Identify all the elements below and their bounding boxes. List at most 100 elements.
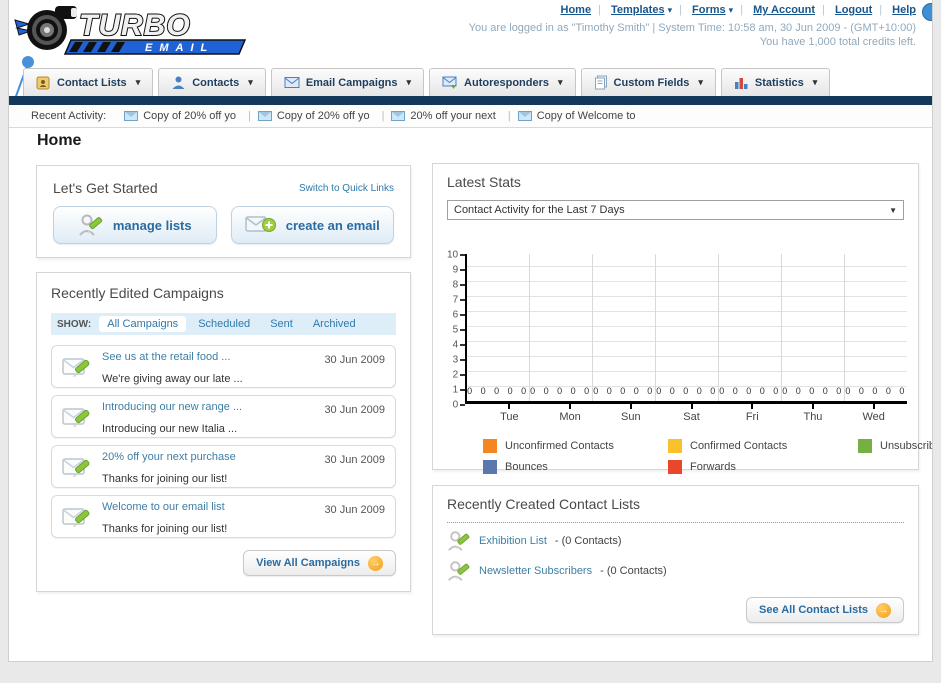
envelope-pencil-icon (62, 507, 90, 527)
legend-label: Confirmed Contacts (690, 440, 788, 452)
campaign-row[interactable]: See us at the retail food ... We're givin… (51, 345, 396, 388)
header: TURBO EMAIL Home Templates▾ Forms▾ My Ac… (9, 0, 932, 111)
campaign-row[interactable]: Introducing our new range ... Introducing… (51, 395, 396, 438)
zero-value-labels: 0 0 0 0 0 (782, 386, 845, 396)
person-pencil-icon (79, 214, 103, 236)
recent-activity-item[interactable]: Copy of Welcome to (517, 110, 636, 122)
recent-activity-item[interactable]: Copy of 20% off yo (257, 110, 392, 122)
x-axis-tick-label: Tue (479, 404, 540, 423)
tab-statistics[interactable]: Statistics ▾ (720, 68, 831, 96)
contact-list-link[interactable]: Newsletter Subscribers (479, 565, 592, 577)
envelope-pencil-icon (62, 457, 90, 477)
create-email-button[interactable]: create an email (230, 206, 394, 244)
tab-label: Email Campaigns (305, 76, 398, 89)
legend-label: Unsubscribes (880, 440, 932, 452)
top-nav-home[interactable]: Home (561, 4, 592, 16)
email-campaigns-icon (284, 77, 300, 88)
manage-lists-button[interactable]: manage lists (53, 206, 217, 244)
chevron-down-icon: ▾ (698, 77, 703, 87)
tab-custom-fields[interactable]: Custom Fields ▾ (580, 68, 716, 96)
legend-label: Bounces (505, 461, 548, 473)
campaign-subtitle: Thanks for joining our list! (102, 522, 228, 535)
campaign-subtitle: Introducing our new Italia ... (102, 422, 238, 435)
top-nav-help[interactable]: Help (892, 4, 916, 16)
campaign-title-link[interactable]: Introducing our new range ... (102, 401, 242, 413)
autoresponders-icon (442, 76, 457, 89)
help-bubble-icon[interactable] (922, 3, 932, 21)
chevron-down-icon: ▾ (812, 77, 818, 87)
person-pencil-icon (448, 531, 470, 551)
zero-value-labels: 0 0 0 0 0 (656, 386, 719, 396)
campaign-title-link[interactable]: Welcome to our email list (102, 501, 225, 513)
campaign-row[interactable]: Welcome to our email list Thanks for join… (51, 495, 396, 538)
activity-item-label: 20% off your next (410, 110, 496, 122)
svg-text:TURBO: TURBO (79, 9, 191, 42)
campaign-title-link[interactable]: See us at the retail food ... (102, 351, 230, 363)
contact-list-link[interactable]: Exhibition List (479, 535, 547, 547)
view-all-campaigns-button[interactable]: View All Campaigns → (243, 550, 396, 576)
chart-day-column: 0 0 0 0 0 (781, 254, 844, 401)
filter-all-campaigns[interactable]: All Campaigns (99, 316, 187, 332)
top-nav-forms[interactable]: Forms (692, 4, 726, 16)
chevron-down-icon: ▾ (248, 77, 253, 87)
zero-value-labels: 0 0 0 0 0 (719, 386, 782, 396)
top-nav-templates[interactable]: Templates (611, 4, 665, 16)
legend-label: Unconfirmed Contacts (505, 440, 614, 452)
filter-scheduled[interactable]: Scheduled (190, 316, 258, 332)
campaign-filter-bar: SHOW: All Campaigns Scheduled Sent Archi… (51, 313, 396, 335)
tab-email-campaigns[interactable]: Email Campaigns ▾ (270, 68, 425, 96)
x-axis-tick-label: Thu (783, 404, 844, 423)
envelope-icon (257, 111, 272, 121)
envelope-icon (391, 111, 406, 121)
arrow-right-icon: → (876, 602, 891, 618)
legend-item-unsubscribes: Unsubscribes (858, 439, 932, 453)
top-nav-my-account[interactable]: My Account (753, 4, 815, 16)
legend-swatch (668, 439, 682, 453)
contact-lists-title: Recently Created Contact Lists (447, 496, 640, 512)
stats-period-select[interactable]: Contact Activity for the Last 7 Days ▼ (447, 200, 904, 220)
campaign-title-link[interactable]: 20% off your next purchase (102, 451, 236, 463)
filter-archived[interactable]: Archived (305, 316, 364, 332)
dotted-divider (447, 522, 904, 523)
campaign-row[interactable]: 20% off your next purchase Thanks for joi… (51, 445, 396, 488)
recent-activity-item[interactable]: 20% off your next (391, 110, 517, 122)
top-nav-logout[interactable]: Logout (835, 4, 872, 16)
svg-text:EMAIL: EMAIL (145, 42, 214, 54)
switch-to-quick-links[interactable]: Switch to Quick Links (299, 183, 394, 194)
chevron-down-icon: ▾ (667, 5, 673, 15)
contact-lists-icon (36, 76, 50, 90)
get-started-panel: Let's Get Started Switch to Quick Links … (36, 165, 411, 258)
contact-list-item[interactable]: Newsletter Subscribers - (0 Contacts) (447, 559, 904, 583)
contact-activity-chart: 10 9 8 7 6 5 4 3 2 1 0 0 0 0 0 00 0 0 0 00 0 0 0 0… (447, 250, 908, 410)
custom-fields-icon (594, 75, 607, 90)
contact-list-item[interactable]: Exhibition List - (0 Contacts) (447, 529, 904, 553)
chevron-down-icon: ▾ (728, 5, 734, 15)
contact-list-count: - (0 Contacts) (554, 535, 622, 547)
login-info: You are logged in as "Timothy Smith" | S… (468, 22, 916, 34)
latest-stats-title: Latest Stats (447, 174, 521, 190)
see-all-contact-lists-button[interactable]: See All Contact Lists → (745, 597, 904, 623)
tab-autoresponders[interactable]: Autoresponders ▾ (429, 68, 576, 96)
contact-list-count: - (0 Contacts) (600, 565, 667, 577)
filter-sent[interactable]: Sent (262, 316, 301, 332)
app-logo: TURBO EMAIL (13, 2, 253, 58)
nav-divider-bar (9, 96, 932, 105)
activity-item-label: Copy of Welcome to (536, 110, 636, 122)
x-axis-tick-label: Fri (722, 404, 783, 423)
recent-activity-item[interactable]: Copy of 20% off yo (124, 110, 258, 122)
tab-label: Autoresponders (464, 76, 550, 89)
zero-value-labels: 0 0 0 0 0 (467, 386, 530, 396)
legend-item-confirmed: Confirmed Contacts (668, 439, 858, 453)
tab-contacts[interactable]: Contacts ▾ (158, 68, 266, 96)
campaign-date: 30 Jun 2009 (324, 354, 385, 366)
campaign-list: See us at the retail food ... We're givin… (51, 345, 396, 538)
envelope-icon (124, 111, 139, 121)
zero-value-labels: 0 0 0 0 0 (845, 386, 908, 396)
envelope-pencil-icon (62, 357, 90, 377)
statistics-icon (734, 77, 748, 89)
tab-contact-lists[interactable]: Contact Lists ▾ (23, 68, 154, 96)
zero-value-labels: 0 0 0 0 0 (530, 386, 593, 396)
chart-day-column: 0 0 0 0 0 (467, 254, 529, 401)
campaign-subtitle: Thanks for joining our list! (102, 472, 228, 485)
chart-day-column: 0 0 0 0 0 (529, 254, 592, 401)
